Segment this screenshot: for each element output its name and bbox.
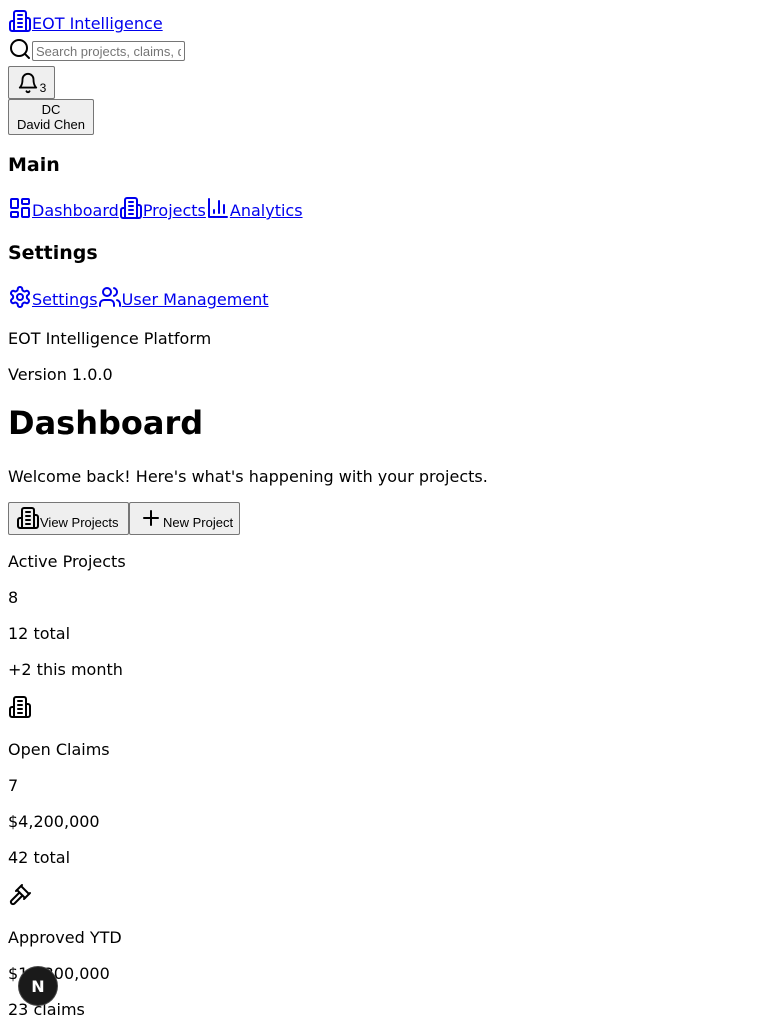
settings-nav-heading: Settings — [8, 242, 98, 264]
stat-value: 8 — [8, 588, 19, 607]
sidebar-item-label[interactable]: User Management — [122, 290, 269, 309]
new-project-button[interactable]: New Project — [129, 502, 240, 535]
version-text: Version 1.0.0 — [8, 365, 113, 384]
sidebar-item-label[interactable]: Projects — [143, 201, 206, 220]
building-icon — [16, 506, 40, 530]
view-projects-button[interactable]: View Projects — [8, 502, 129, 535]
sidebar-item-label[interactable]: Analytics — [230, 201, 303, 220]
building-icon — [8, 9, 32, 33]
stat-trend: +2 this month — [8, 660, 123, 679]
nextjs-dev-indicator[interactable]: N — [19, 967, 57, 1005]
notifications-button[interactable]: 3 — [8, 66, 55, 99]
stat-value: 7 — [8, 776, 19, 795]
sidebar-item-dashboard[interactable]: Dashboard — [8, 196, 119, 220]
user-name: David Chen — [17, 117, 85, 132]
page-subtitle: Welcome back! Here's what's happening wi… — [8, 467, 488, 486]
user-menu-button[interactable]: DC David Chen — [8, 99, 94, 135]
sidebar-item-projects[interactable]: Projects — [119, 196, 206, 220]
dashboard-icon — [8, 196, 32, 220]
view-projects-label: View Projects — [40, 515, 119, 530]
avatar: DC — [41, 102, 61, 117]
search-input[interactable] — [32, 41, 185, 61]
settings-nav: Settings User Management — [8, 285, 269, 309]
stat-subtext: 12 total — [8, 624, 71, 643]
sidebar-item-label[interactable]: Dashboard — [32, 201, 119, 220]
building-icon — [8, 695, 32, 719]
gear-icon — [8, 285, 32, 309]
users-icon — [98, 285, 122, 309]
sidebar-item-user-management[interactable]: User Management — [98, 285, 269, 309]
main-nav-heading: Main — [8, 154, 60, 176]
brand[interactable]: EOT Intelligence — [8, 9, 163, 33]
stat-subtext: $4,200,000 — [8, 812, 100, 831]
page-actions: View Projects New Project — [8, 502, 240, 535]
sidebar-item-label[interactable]: Settings — [32, 290, 98, 309]
stat-label: Approved YTD — [8, 928, 122, 947]
bar-chart-icon — [206, 196, 230, 220]
dev-indicator-letter: N — [31, 976, 45, 996]
stat-label: Active Projects — [8, 552, 126, 571]
search-bar — [8, 37, 185, 61]
platform-name: EOT Intelligence Platform — [8, 329, 212, 348]
main-nav: Dashboard Projects Analytics — [8, 196, 303, 220]
notification-count-badge: 3 — [39, 81, 47, 95]
sidebar-item-settings[interactable]: Settings — [8, 285, 98, 309]
search-icon — [8, 37, 32, 61]
stat-trend: 42 total — [8, 848, 71, 867]
brand-link[interactable]: EOT Intelligence — [32, 14, 163, 33]
page-title: Dashboard — [8, 404, 204, 442]
sidebar-item-analytics[interactable]: Analytics — [206, 196, 303, 220]
stat-label: Open Claims — [8, 740, 110, 759]
gavel-icon — [8, 883, 32, 907]
building-icon — [119, 196, 143, 220]
plus-icon — [139, 506, 163, 530]
bell-icon — [17, 72, 39, 94]
new-project-label: New Project — [163, 515, 234, 530]
